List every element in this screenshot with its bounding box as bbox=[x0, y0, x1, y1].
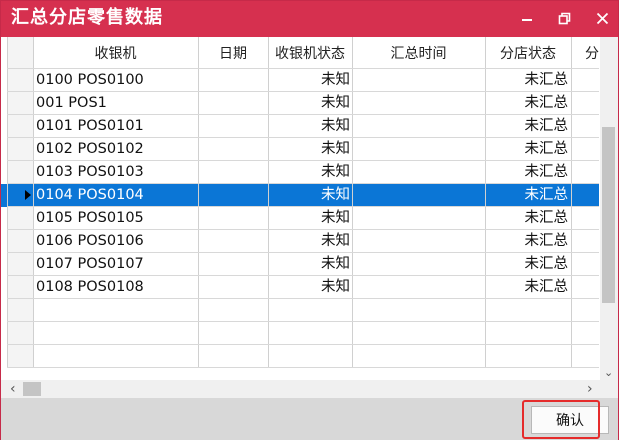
cell-store-status[interactable]: 未汇总 bbox=[487, 92, 569, 115]
cell-store-status[interactable]: 未汇总 bbox=[487, 253, 569, 276]
cell-pos-status[interactable]: 未知 bbox=[269, 115, 350, 138]
grid-line bbox=[33, 37, 34, 367]
cell-pos-status[interactable]: 未知 bbox=[269, 253, 350, 276]
cell-store-status[interactable]: 未汇总 bbox=[487, 69, 569, 92]
grid-line bbox=[7, 114, 599, 115]
cell-pos-status[interactable]: 未知 bbox=[269, 92, 350, 115]
grid-line bbox=[7, 183, 599, 184]
grid-line bbox=[268, 37, 269, 367]
window-title: 汇总分店零售数据 bbox=[11, 7, 163, 28]
cell-store-status[interactable]: 未汇总 bbox=[487, 115, 569, 138]
column-header-truncated[interactable]: 分 bbox=[571, 37, 599, 69]
cell-pos-status[interactable]: 未知 bbox=[269, 184, 350, 207]
column-header-pos-status[interactable]: 收银机状态 bbox=[268, 37, 352, 69]
cell-pos[interactable]: 0102 POS0102 bbox=[36, 138, 144, 161]
cell-pos[interactable]: 001 POS1 bbox=[36, 92, 107, 115]
grid-line bbox=[7, 68, 599, 69]
cell-store-status[interactable]: 未汇总 bbox=[487, 138, 569, 161]
cell-pos[interactable]: 0107 POS0107 bbox=[36, 253, 144, 276]
grid-line bbox=[571, 37, 572, 367]
grid-line bbox=[485, 37, 486, 367]
table-row[interactable]: 0102 POS0102 未知 未汇总 bbox=[1, 138, 599, 161]
cell-pos-status[interactable]: 未知 bbox=[269, 207, 350, 230]
minimize-button[interactable] bbox=[514, 5, 540, 31]
column-header-summary-time[interactable]: 汇总时间 bbox=[352, 37, 485, 69]
table-row[interactable]: 0103 POS0103 未知 未汇总 bbox=[1, 161, 599, 184]
confirm-button-highlight bbox=[522, 400, 600, 439]
restore-button[interactable] bbox=[551, 5, 577, 31]
table-row[interactable]: 0108 POS0108 未知 未汇总 bbox=[1, 276, 599, 299]
cell-pos-status[interactable]: 未知 bbox=[269, 69, 350, 92]
grid-line bbox=[7, 160, 599, 161]
cell-pos[interactable]: 0103 POS0103 bbox=[36, 161, 144, 184]
grid-line bbox=[7, 229, 599, 230]
dialog-window: 汇总分店零售数据 0100 POS0100 未知 未汇总 001 POS1 未知 未汇总 0… bbox=[0, 0, 619, 440]
cell-pos[interactable]: 0105 POS0105 bbox=[36, 207, 144, 230]
cell-pos-status[interactable]: 未知 bbox=[269, 230, 350, 253]
table-row[interactable]: 0101 POS0101 未知 未汇总 bbox=[1, 115, 599, 138]
cell-pos[interactable]: 0101 POS0101 bbox=[36, 115, 144, 138]
cell-store-status[interactable]: 未汇总 bbox=[487, 276, 569, 299]
column-header-date[interactable]: 日期 bbox=[198, 37, 268, 69]
minimize-icon bbox=[522, 19, 532, 21]
cell-pos[interactable]: 0106 POS0106 bbox=[36, 230, 144, 253]
grid-line bbox=[7, 367, 599, 368]
close-icon bbox=[596, 12, 608, 24]
data-grid[interactable]: 0100 POS0100 未知 未汇总 001 POS1 未知 未汇总 0101 POS01… bbox=[1, 37, 618, 380]
scroll-right-arrow-icon[interactable]: › bbox=[587, 382, 593, 396]
title-bar[interactable]: 汇总分店零售数据 bbox=[1, 1, 618, 37]
cell-store-status[interactable]: 未汇总 bbox=[487, 207, 569, 230]
table-row[interactable]: 0105 POS0105 未知 未汇总 bbox=[1, 207, 599, 230]
cell-pos-status[interactable]: 未知 bbox=[269, 161, 350, 184]
cell-store-status[interactable]: 未汇总 bbox=[487, 184, 569, 207]
cell-store-status[interactable]: 未汇总 bbox=[487, 230, 569, 253]
grid-line bbox=[7, 252, 599, 253]
scroll-down-arrow-icon[interactable]: ⌄ bbox=[604, 367, 613, 379]
table-row[interactable]: 0100 POS0100 未知 未汇总 bbox=[1, 69, 599, 92]
table-row[interactable]: 0104 POS0104 未知 未汇总 bbox=[1, 184, 599, 207]
current-row-indicator-icon bbox=[25, 190, 31, 200]
cell-store-status[interactable]: 未汇总 bbox=[487, 161, 569, 184]
grid-line bbox=[7, 206, 599, 207]
table-row[interactable]: 001 POS1 未知 未汇总 bbox=[1, 92, 599, 115]
vertical-scroll-thumb[interactable] bbox=[602, 127, 615, 303]
restore-icon bbox=[558, 12, 570, 24]
cell-pos-status[interactable]: 未知 bbox=[269, 276, 350, 299]
grid-line bbox=[7, 298, 599, 299]
grid-line bbox=[7, 344, 599, 345]
cell-pos[interactable]: 0100 POS0100 bbox=[36, 69, 144, 92]
close-button[interactable] bbox=[589, 5, 615, 31]
window-edge-mark bbox=[1, 121, 7, 133]
column-header-store-status[interactable]: 分店状态 bbox=[485, 37, 571, 69]
table-row[interactable]: 0107 POS0107 未知 未汇总 bbox=[1, 253, 599, 276]
grid-line bbox=[7, 321, 599, 322]
grid-line bbox=[352, 37, 353, 367]
scroll-left-arrow-icon[interactable]: ‹ bbox=[10, 382, 16, 396]
cell-pos[interactable]: 0104 POS0104 bbox=[36, 184, 144, 207]
grid-line bbox=[7, 37, 8, 367]
grid-line bbox=[7, 137, 599, 138]
horizontal-scrollbar[interactable] bbox=[1, 380, 618, 398]
cell-pos[interactable]: 0108 POS0108 bbox=[36, 276, 144, 299]
horizontal-scroll-thumb[interactable] bbox=[23, 382, 41, 396]
cell-pos-status[interactable]: 未知 bbox=[269, 138, 350, 161]
grid-line bbox=[7, 91, 599, 92]
column-header-pos[interactable]: 收银机 bbox=[33, 37, 198, 69]
grid-line bbox=[198, 37, 199, 367]
table-row[interactable]: 0106 POS0106 未知 未汇总 bbox=[1, 230, 599, 253]
grid-line bbox=[7, 275, 599, 276]
